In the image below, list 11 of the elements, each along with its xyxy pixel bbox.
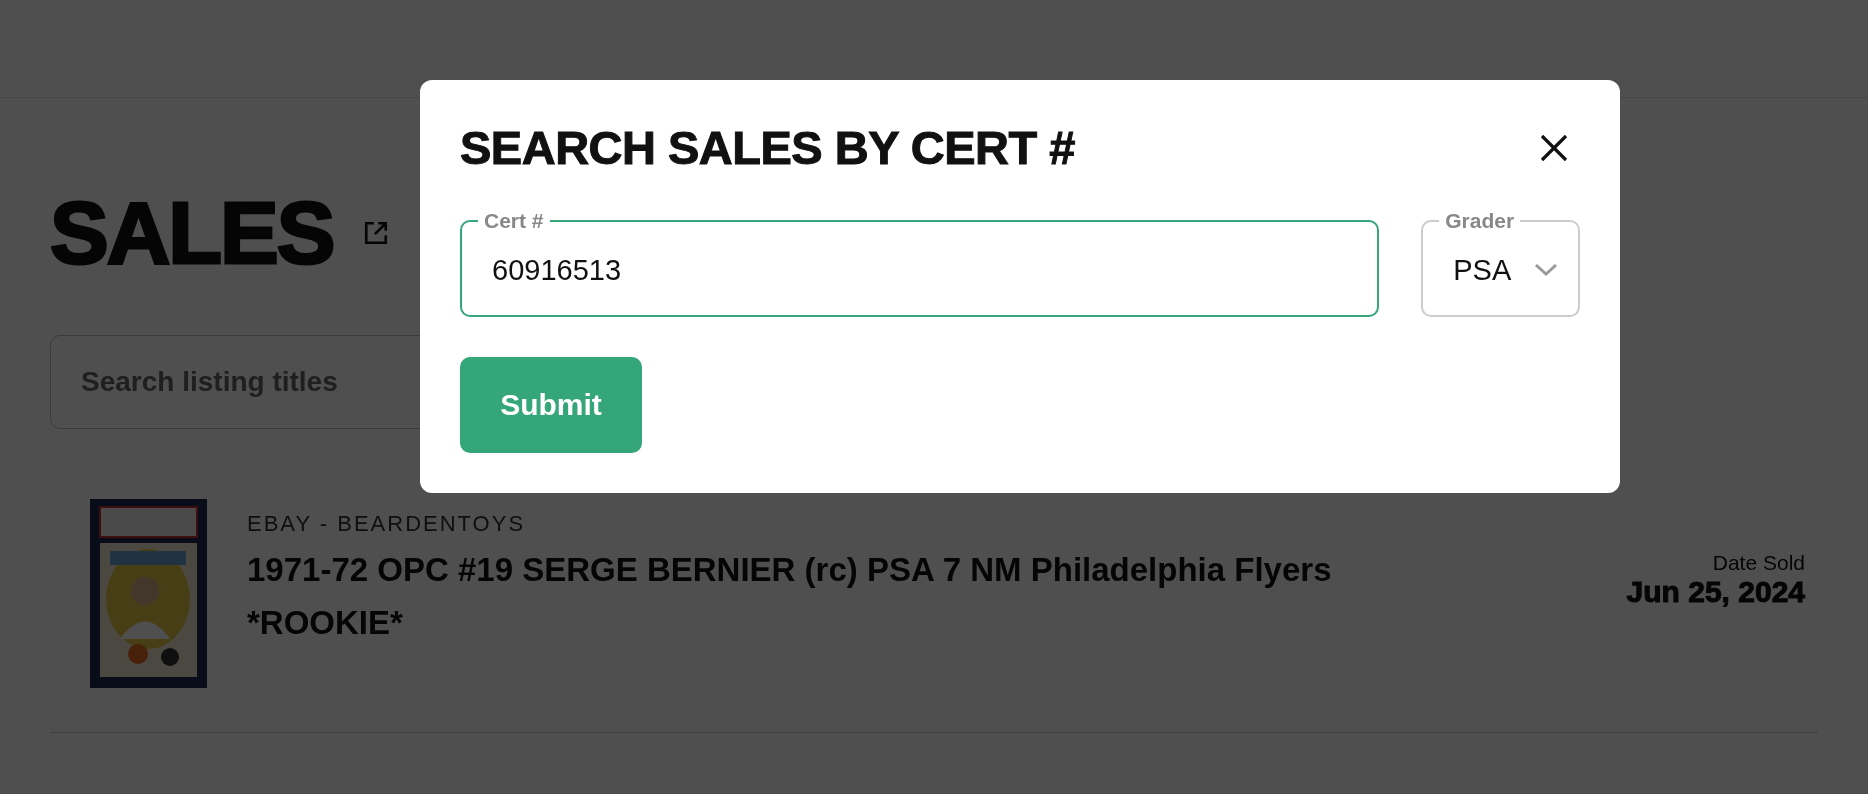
modal-title: SEARCH SALES BY CERT # xyxy=(460,120,1075,175)
listing-source: EBAY - BEARDENTOYS xyxy=(247,511,527,537)
cert-input[interactable]: 60916513 xyxy=(492,230,1348,310)
field-label: Grader xyxy=(1444,209,1516,233)
date-label: Date Sold xyxy=(1712,550,1805,575)
chevron-down-icon xyxy=(1534,263,1558,277)
sale-date: Jun 25, 2024 xyxy=(1626,574,1805,609)
external-link-icon[interactable] xyxy=(363,220,390,246)
page-title: SALES xyxy=(50,189,334,277)
field-label: Cert # xyxy=(483,209,545,233)
grader-value: PSA xyxy=(1453,253,1512,287)
